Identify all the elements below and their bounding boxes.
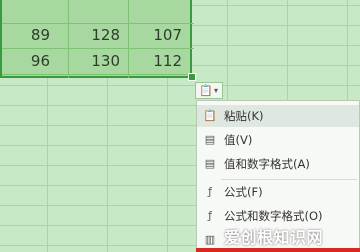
menu-item-paste[interactable]: 📋 粘贴(K) xyxy=(197,105,359,127)
menu-item-values-number-format[interactable]: ▤ 值和数字格式(A) xyxy=(197,153,359,175)
formula-number-format-icon: ƒ xyxy=(208,209,212,222)
paste-icon: 📋 xyxy=(203,109,217,122)
table-row: 89 128 107 xyxy=(2,23,194,49)
cell[interactable]: 130 xyxy=(68,49,120,74)
cell[interactable]: 128 xyxy=(68,23,120,48)
watermark: 爱创根知识网 xyxy=(224,228,324,247)
clipboard-icon: 📋 xyxy=(199,84,213,97)
menu-item-values[interactable]: ▤ 值(V) xyxy=(197,129,359,151)
cell[interactable]: 112 xyxy=(128,49,182,74)
menu-separator xyxy=(221,179,357,180)
highlight-box xyxy=(196,248,360,252)
paste-options-button[interactable]: 📋 ▾ xyxy=(195,82,223,99)
paste-icon: ▥ xyxy=(204,233,216,246)
cell[interactable]: 107 xyxy=(128,23,182,48)
values-icon: ▤ xyxy=(204,133,216,146)
cell[interactable]: 96 xyxy=(2,49,50,74)
menu-item-formula[interactable]: ƒ 公式(F) xyxy=(197,181,359,203)
table-row xyxy=(2,3,194,24)
table-row: 96 130 112 xyxy=(2,49,194,75)
values-number-format-icon: ▤ xyxy=(204,157,216,170)
formula-icon: ƒ xyxy=(208,185,212,198)
cell[interactable]: 89 xyxy=(2,23,50,48)
selected-range[interactable]: 89 128 107 96 130 112 xyxy=(0,0,194,78)
fill-handle[interactable] xyxy=(188,73,196,81)
chevron-down-icon: ▾ xyxy=(214,86,219,95)
